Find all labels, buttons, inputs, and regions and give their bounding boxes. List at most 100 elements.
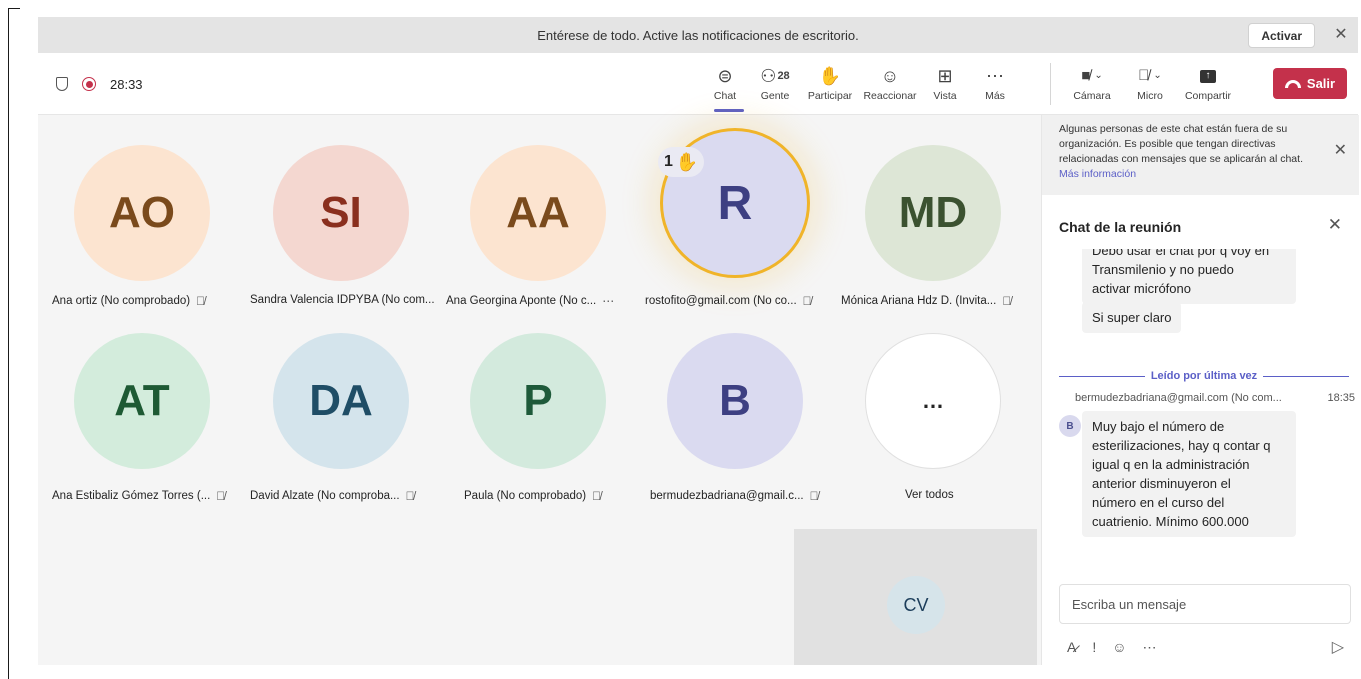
participant-name: Ana ortiz (No comprobado) (52, 295, 191, 307)
camera-button[interactable]: ■̸ ⌄ Cámara (1063, 53, 1121, 115)
camera-off-icon: ■̸ (1081, 67, 1091, 84)
meeting-info: 28:33 (56, 53, 143, 115)
participant-name: rostofito@gmail.com (No co... (645, 295, 797, 307)
shield-icon[interactable] (56, 77, 68, 91)
more-info-link[interactable]: Más información (1059, 168, 1136, 180)
message-compose-box (1059, 584, 1351, 624)
notification-text: Entérese de todo. Active las notificacio… (537, 27, 859, 43)
hand-icon: ✋ (675, 151, 699, 172)
frame-border-top (8, 8, 20, 9)
self-view[interactable]: CV (794, 529, 1037, 665)
more-icon[interactable]: ⋯ (1143, 639, 1157, 656)
chevron-down-icon[interactable]: ⌄ (1094, 67, 1102, 85)
chat-messages[interactable]: Debo usar el chat por q voy en Transmile… (1042, 249, 1359, 549)
message-line: cuatrienio. Mínimo 600.000 (1092, 514, 1249, 529)
chat-message: Muy bajo el número de esterilizaciones, … (1082, 411, 1296, 537)
toolbar-actions: ⊜ Chat ⚇ 28 Gente ✋ Participar ☺ Reaccion… (700, 53, 1020, 115)
important-icon[interactable]: ! (1092, 639, 1096, 655)
raise-hand-button[interactable]: ✋ Participar (800, 53, 860, 115)
participant-name: bermudezbadriana@gmail.c... (650, 490, 804, 502)
more-button[interactable]: ⋯ Más (970, 53, 1020, 115)
chat-title: Chat de la reunión (1059, 219, 1182, 235)
close-icon[interactable]: ✕ (1332, 25, 1350, 43)
participant-name: Ana Georgina Aponte (No c... (446, 295, 597, 307)
leave-label: Salir (1306, 76, 1336, 91)
avatar: P (470, 333, 606, 469)
mic-off-icon: 🎙̸ (196, 294, 206, 308)
message-input[interactable] (1060, 585, 1350, 623)
message-line: anterior disminuyeron el (1092, 476, 1231, 491)
more-icon: ⋯ (986, 66, 1004, 86)
external-notice-text: Algunas personas de este chat están fuer… (1059, 123, 1303, 165)
chat-button[interactable]: ⊜ Chat (700, 53, 750, 115)
mic-label: Micro (1137, 90, 1163, 102)
message-meta: bermudezbadriana@gmail.com (No com... 18… (1075, 392, 1355, 404)
message-line: esterilizaciones, hay q contar q (1092, 438, 1271, 453)
format-icon[interactable]: A̷ (1067, 639, 1076, 655)
message-line: igual q en la administración (1092, 457, 1250, 472)
sender-name: bermudezbadriana@gmail.com (No com... (1075, 392, 1282, 404)
chat-icon: ⊜ (717, 66, 733, 86)
camera-label: Cámara (1073, 90, 1111, 102)
participant-name: David Alzate (No comproba... (250, 490, 400, 502)
avatar: DA (273, 333, 409, 469)
react-label: Reaccionar (863, 90, 917, 102)
hand-icon: ✋ (818, 66, 842, 86)
people-icon: ⚇ (760, 66, 777, 86)
mic-off-icon: 🎙̸ (1138, 67, 1150, 84)
mic-off-icon: 🎙̸ (216, 489, 226, 503)
avatar: CV (887, 576, 945, 634)
mic-off-icon: 🎙̸ (592, 489, 602, 503)
more-icon: … (865, 333, 1001, 469)
message-line: Debo usar el chat por q voy en (1092, 249, 1270, 258)
message-time: 18:35 (1327, 392, 1355, 404)
chevron-down-icon[interactable]: ⌄ (1153, 67, 1161, 85)
share-button[interactable]: ↑ Compartir (1179, 53, 1237, 115)
raised-hand-order: 1 (664, 153, 673, 170)
emoji-icon[interactable]: ☺ (1112, 639, 1126, 655)
chat-label: Chat (713, 90, 737, 102)
send-icon[interactable]: ▷ (1332, 637, 1344, 657)
avatar: MD (865, 145, 1001, 281)
chat-message: Debo usar el chat por q voy en Transmile… (1082, 249, 1296, 304)
message-line: Muy bajo el número de (1092, 419, 1225, 434)
avatar: B (667, 333, 803, 469)
last-read-label: Leído por última vez (1150, 370, 1258, 382)
raised-hand-badge: 1 ✋ (658, 147, 705, 177)
meeting-toolbar: 28:33 ⊜ Chat ⚇ 28 Gente ✋ Participar ☺ Re… (38, 53, 1358, 115)
mic-off-icon: 🎙̸ (1002, 294, 1012, 308)
view-all-label: Ver todos (905, 489, 954, 501)
mic-off-icon: 🎙̸ (802, 294, 812, 308)
react-button[interactable]: ☺ Reaccionar (860, 53, 920, 115)
message-line: número en el curso del (1092, 495, 1225, 510)
people-button[interactable]: ⚇ 28 Gente (750, 53, 800, 115)
view-button[interactable]: ⊞ Vista (920, 53, 970, 115)
message-line: activar micrófono (1092, 281, 1191, 296)
share-icon: ↑ (1200, 66, 1216, 86)
more-label: Más (985, 90, 1005, 102)
close-icon[interactable]: ✕ (1328, 215, 1342, 235)
avatar: AO (74, 145, 210, 281)
smile-icon: ☺ (880, 66, 900, 86)
avatar: B (1059, 415, 1081, 437)
last-read-divider: Leído por última vez (1059, 366, 1350, 386)
avatar: SI (273, 145, 409, 281)
close-icon[interactable]: ✕ (1334, 143, 1347, 159)
toolbar-divider (1050, 63, 1051, 105)
external-users-notice: Algunas personas de este chat están fuer… (1042, 115, 1359, 195)
frame-border-left (8, 8, 9, 679)
view-label: Vista (933, 90, 957, 102)
participant-name: Ana Estibaliz Gómez Torres (... (52, 490, 211, 502)
grid-icon: ⊞ (937, 66, 953, 86)
leave-button[interactable]: Salir (1273, 68, 1347, 99)
activate-notifications-button[interactable]: Activar (1248, 23, 1315, 48)
share-label: Compartir (1184, 90, 1232, 102)
chat-message: Si super claro (1082, 302, 1182, 333)
mic-button[interactable]: 🎙̸ ⌄ Micro (1121, 53, 1179, 115)
compose-toolbar: A̷ ! ☺ ⋯ (1067, 635, 1157, 659)
raise-hand-label: Participar (807, 90, 853, 102)
avatar: AA (470, 145, 606, 281)
people-label: Gente (760, 90, 790, 102)
people-count: 28 (777, 70, 790, 82)
more-options-icon[interactable]: ⋯ (602, 294, 614, 308)
